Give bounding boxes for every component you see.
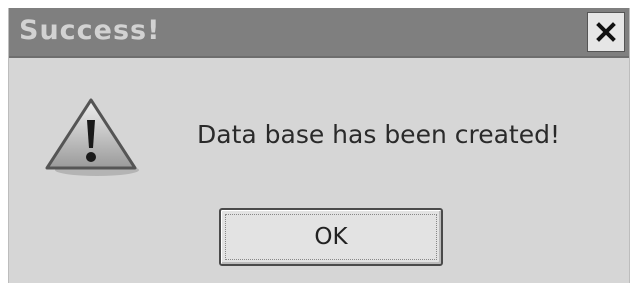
dialog-title: Success! xyxy=(19,15,161,46)
close-button[interactable] xyxy=(587,12,625,52)
close-icon xyxy=(596,22,616,42)
warning-icon xyxy=(45,98,139,176)
success-dialog: Success! Data base has been created! OK xyxy=(8,8,630,283)
dialog-message: Data base has been created! xyxy=(197,120,560,149)
ok-button[interactable]: OK xyxy=(219,208,443,266)
dialog-titlebar[interactable]: Success! xyxy=(9,8,629,58)
ok-button-label: OK xyxy=(314,224,348,250)
dialog-body: Data base has been created! OK xyxy=(9,58,629,283)
